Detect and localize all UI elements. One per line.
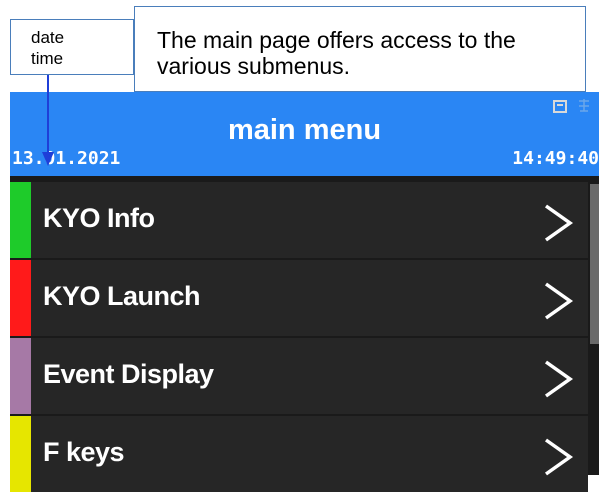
scrollbar-thumb[interactable] xyxy=(590,184,599,344)
display-icon xyxy=(553,100,567,113)
callout-description-line-2: various submenus. xyxy=(157,53,351,79)
description-callout: The main page offers access to the vario… xyxy=(134,6,586,92)
chevron-right-icon xyxy=(544,360,574,398)
header-bar: main menu 13.01.2021 14:49:40 xyxy=(10,92,599,176)
network-icon xyxy=(579,99,589,112)
main-menu-list: KYO Info KYO Launch Event Display F keys xyxy=(10,182,588,494)
callout-date-label: date xyxy=(31,28,65,47)
menu-item-kyo-info[interactable]: KYO Info xyxy=(10,182,588,258)
chevron-right-icon xyxy=(544,282,574,320)
menu-item-label: F keys xyxy=(43,437,125,467)
menu-item-event-display[interactable]: Event Display xyxy=(10,338,588,414)
callout-description-line-1: The main page offers access to the xyxy=(157,27,516,53)
menu-item-color-stripe xyxy=(10,260,31,336)
menu-item-color-stripe xyxy=(10,182,31,258)
header-time: 14:49:40 xyxy=(512,148,599,169)
date-time-callout: date time xyxy=(10,19,134,75)
menu-item-f-keys[interactable]: F keys xyxy=(10,416,588,492)
menu-item-label: KYO Info xyxy=(43,203,155,233)
chevron-right-icon xyxy=(544,438,574,476)
menu-item-kyo-launch[interactable]: KYO Launch xyxy=(10,260,588,336)
header-date: 13.01.2021 xyxy=(12,148,121,169)
callout-time-label: time xyxy=(31,49,64,68)
menu-scrollbar[interactable] xyxy=(590,182,599,475)
page-title: main menu xyxy=(227,114,382,146)
menu-item-label: KYO Launch xyxy=(43,281,201,311)
menu-item-color-stripe xyxy=(10,416,31,492)
device-screen: main menu 13.01.2021 14:49:40 KYO Info K… xyxy=(10,92,599,492)
chevron-right-icon xyxy=(544,204,574,242)
menu-item-label: Event Display xyxy=(43,359,214,389)
menu-item-color-stripe xyxy=(10,338,31,414)
